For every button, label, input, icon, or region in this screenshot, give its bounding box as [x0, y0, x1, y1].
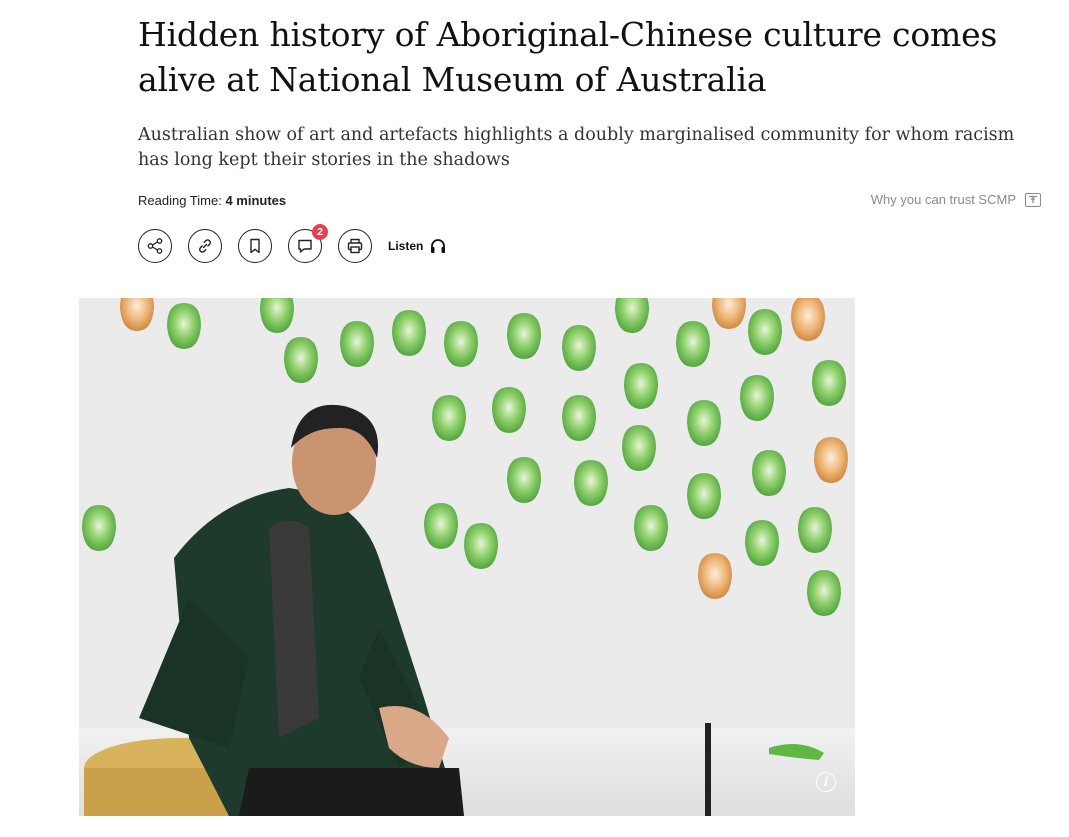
cabbage-sculpture: [798, 507, 832, 553]
cabbage-sculpture: [807, 570, 841, 616]
cabbage-sculpture: [340, 321, 374, 367]
cabbage-sculpture: [507, 457, 541, 503]
cabbage-sculpture: [814, 437, 848, 483]
cabbage-sculpture: [687, 473, 721, 519]
trust-link-label[interactable]: Why you can trust SCMP: [871, 192, 1016, 207]
info-icon[interactable]: i: [816, 772, 836, 792]
cabbage-sculpture: [622, 425, 656, 471]
comments-button[interactable]: 2: [288, 224, 328, 263]
bookmark-button[interactable]: [238, 229, 272, 263]
article-subheadline: Australian show of art and artefacts hig…: [138, 125, 1015, 170]
listen-label[interactable]: Listen: [388, 239, 423, 253]
link-icon: [199, 239, 211, 253]
share-icon: [147, 238, 163, 254]
hero-illustration: [79, 298, 855, 816]
print-button[interactable]: [338, 229, 372, 263]
cabbage-sculpture: [791, 298, 825, 341]
cabbage-sculpture: [562, 395, 596, 441]
cabbage-sculpture: [752, 450, 786, 496]
cabbage-sculpture: [167, 303, 201, 349]
cabbage-sculpture: [424, 503, 458, 549]
cabbage-sculpture: [634, 505, 668, 551]
cabbage-sculpture: [82, 505, 116, 551]
copy-link-button[interactable]: [188, 229, 222, 263]
cabbage-sculpture: [507, 313, 541, 359]
listen-button[interactable]: Listen: [388, 237, 447, 255]
cabbage-sculpture: [392, 310, 426, 356]
cabbage-sculpture: [812, 360, 846, 406]
cabbage-sculpture: [284, 337, 318, 383]
reading-time-label: Reading Time:: [138, 193, 222, 208]
cabbage-sculpture: [745, 520, 779, 566]
reading-time-value: 4 minutes: [225, 193, 287, 208]
article-headline: Hidden history of Aboriginal-Chinese cul…: [138, 15, 998, 99]
share-button[interactable]: [138, 229, 172, 263]
headphones-icon: [431, 239, 446, 253]
cabbage-sculpture: [492, 387, 526, 433]
printer-icon: [347, 238, 363, 254]
trust-badge-icon: [1025, 192, 1041, 207]
cabbage-sculpture: [748, 309, 782, 355]
comment-count-badge: 2: [312, 224, 328, 240]
hero-image: i: [79, 298, 855, 816]
cabbage-sculpture: [740, 375, 774, 421]
article-toolbar: 2 Listen: [138, 224, 447, 263]
reading-time: Reading Time: 4 minutes: [138, 193, 286, 208]
cabbage-sculpture: [624, 363, 658, 409]
comment-icon: [298, 239, 312, 253]
cabbage-sculpture: [432, 395, 466, 441]
bookmark-icon: [250, 238, 260, 254]
trust-link[interactable]: Why you can trust SCMP: [871, 192, 1041, 207]
cabbage-sculpture: [676, 321, 710, 367]
cabbage-sculpture: [562, 325, 596, 371]
cabbage-sculpture: [464, 523, 498, 569]
cabbage-sculpture: [687, 400, 721, 446]
cabbage-sculpture: [444, 321, 478, 367]
cabbage-sculpture: [574, 460, 608, 506]
cabbage-sculpture: [698, 553, 732, 599]
